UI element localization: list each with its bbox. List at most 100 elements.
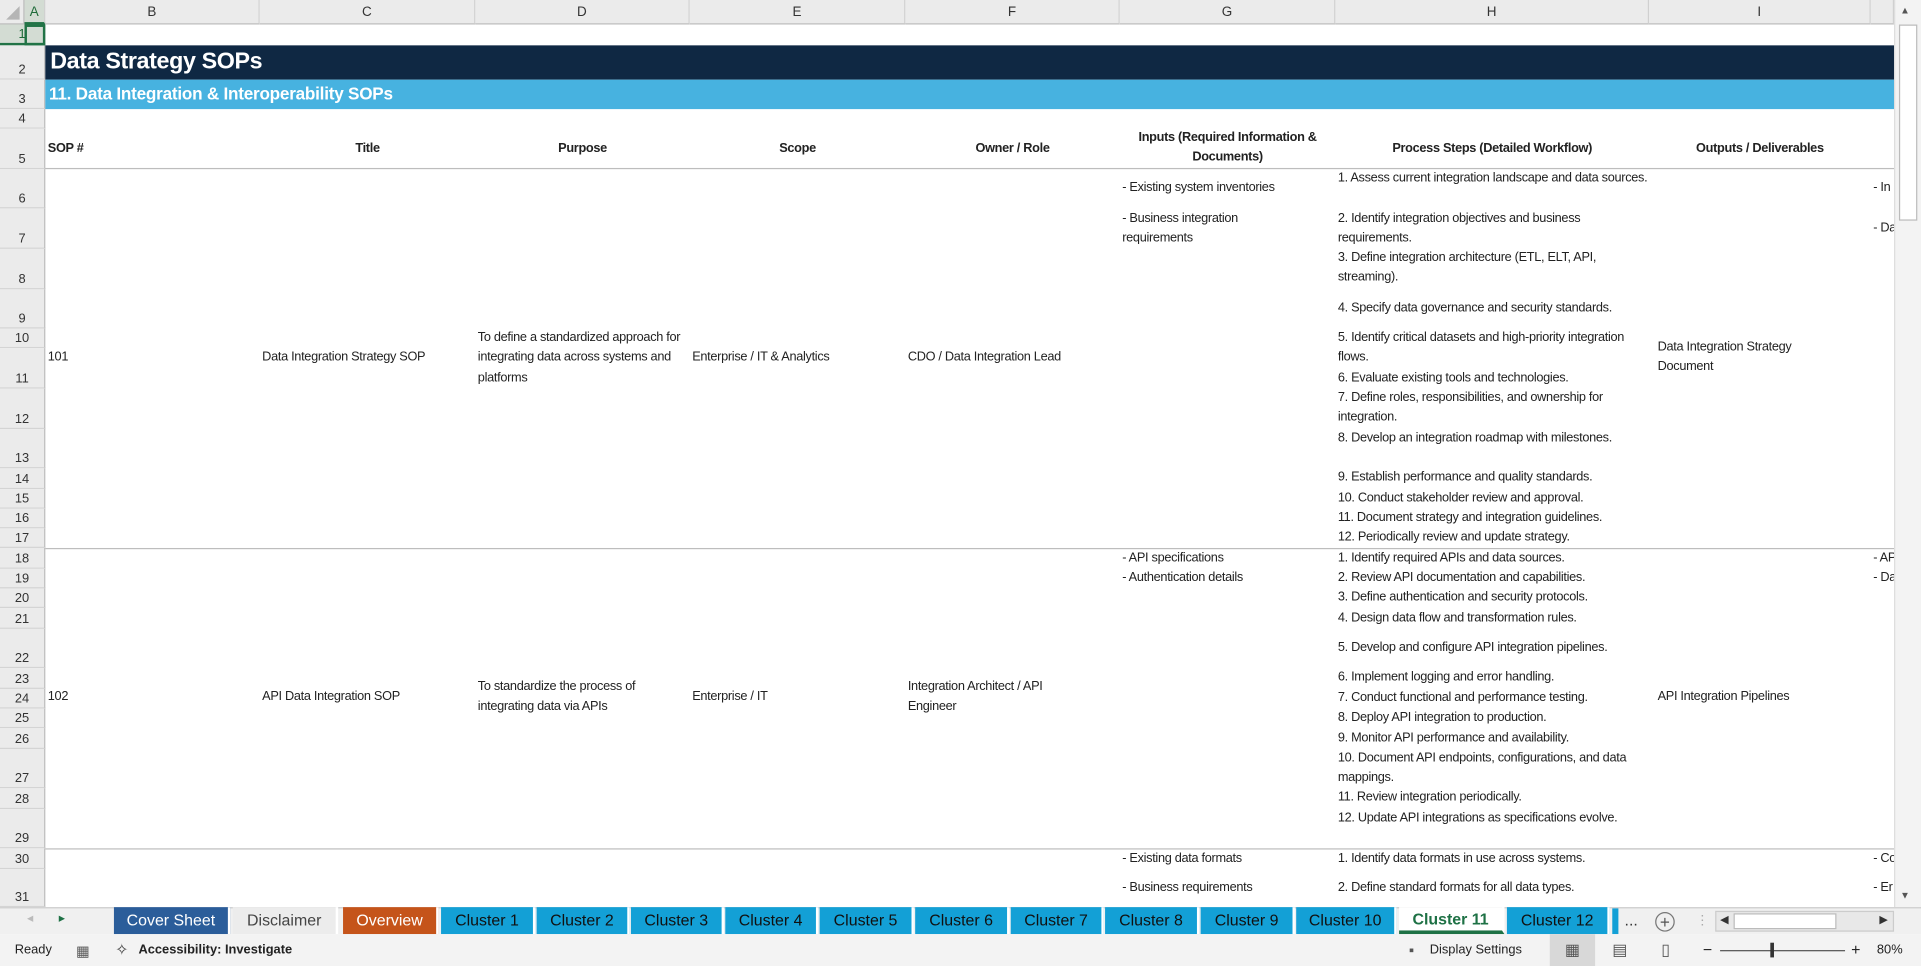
row-header-15[interactable]: 15: [0, 489, 45, 509]
zoom-level[interactable]: 80%: [1877, 934, 1903, 966]
display-settings-icon[interactable]: ▪: [1409, 934, 1414, 966]
display-settings-button[interactable]: Display Settings: [1430, 934, 1522, 966]
sheet-tab-disclaimer[interactable]: Disclaimer: [233, 907, 338, 934]
row-header-20[interactable]: 20: [0, 588, 45, 608]
sheet-tab-cluster-1[interactable]: Cluster 1: [441, 907, 535, 934]
sheet-tab-cluster-6[interactable]: Cluster 6: [915, 907, 1009, 934]
sop-title: Data Integration Strategy SOP: [262, 348, 470, 368]
vertical-scrollbar[interactable]: ▲ ▼: [1894, 0, 1921, 907]
process-step: 10. Conduct stakeholder review and appro…: [1338, 489, 1649, 509]
process-step: 7. Define roles, responsibilities, and o…: [1338, 389, 1649, 429]
scroll-left-icon[interactable]: ◀: [1720, 913, 1728, 926]
row-header-8[interactable]: 8: [0, 249, 45, 289]
row-header-29[interactable]: 29: [0, 809, 45, 848]
row-header-17[interactable]: 17: [0, 528, 45, 548]
column-header-d[interactable]: D: [475, 0, 689, 25]
row-header-7[interactable]: 7: [0, 208, 45, 248]
row-header-10[interactable]: 10: [0, 329, 45, 349]
row-header-3[interactable]: 3: [0, 80, 45, 109]
next-column-text: - Da: [1873, 569, 1894, 589]
add-sheet-icon[interactable]: +: [1655, 912, 1675, 932]
tab-scroll-right-icon[interactable]: ▸: [59, 912, 65, 925]
scroll-right-icon[interactable]: ▶: [1879, 913, 1887, 926]
sheet-tab-cluster-4[interactable]: Cluster 4: [725, 907, 818, 934]
row-header-11[interactable]: 11: [0, 348, 45, 388]
sheet-tab-cluster-8[interactable]: Cluster 8: [1105, 907, 1199, 934]
row-header-16[interactable]: 16: [0, 509, 45, 529]
scrollbar-thumb[interactable]: [1899, 25, 1917, 221]
process-step: 10. Document API endpoints, configuratio…: [1338, 749, 1649, 789]
column-header-a[interactable]: A: [25, 0, 46, 25]
row-header-27[interactable]: 27: [0, 749, 45, 788]
row-header-26[interactable]: 26: [0, 728, 45, 749]
row-header-2[interactable]: 2: [0, 45, 45, 79]
sop-input: - Business integration requirements: [1122, 210, 1306, 250]
sheet-tab-cluster-12[interactable]: Cluster 12: [1507, 907, 1610, 934]
scroll-down-icon[interactable]: ▼: [1900, 890, 1910, 901]
row-header-12[interactable]: 12: [0, 389, 45, 429]
column-header-e[interactable]: E: [690, 0, 906, 25]
row-header-5[interactable]: 5: [0, 129, 45, 169]
column-header-f[interactable]: F: [905, 0, 1119, 25]
active-cell-a1[interactable]: [25, 25, 46, 46]
next-column-text: - Da: [1873, 219, 1894, 239]
normal-view-icon[interactable]: ▦: [1550, 934, 1595, 966]
process-step: 9. Establish performance and quality sta…: [1338, 468, 1649, 488]
page-break-view-icon[interactable]: ▯: [1661, 934, 1670, 966]
header-owner: Owner / Role: [905, 140, 1119, 160]
column-header-h[interactable]: H: [1335, 0, 1649, 25]
column-header-c[interactable]: C: [260, 0, 476, 25]
column-header-g[interactable]: G: [1120, 0, 1336, 25]
sop-number: 102: [48, 688, 68, 708]
row-header-25[interactable]: 25: [0, 709, 45, 729]
row-header-6[interactable]: 6: [0, 169, 45, 208]
sheet-tab-cluster-5[interactable]: Cluster 5: [820, 907, 914, 934]
row-header-28[interactable]: 28: [0, 788, 45, 809]
row-header-24[interactable]: 24: [0, 689, 45, 709]
zoom-slider[interactable]: [1720, 950, 1845, 951]
process-step: 12. Update API integrations as specifica…: [1338, 809, 1649, 829]
excel-window: ABCDEFGHI 123456789101112131415161718192…: [0, 0, 1921, 966]
sop-scope: Enterprise / IT & Analytics: [692, 348, 900, 368]
header-purpose: Purpose: [475, 140, 689, 160]
scroll-up-icon[interactable]: ▲: [1900, 5, 1910, 16]
sheet-tab-cluster-9[interactable]: Cluster 9: [1201, 907, 1295, 934]
sheet-tab-cluster-7[interactable]: Cluster 7: [1011, 907, 1104, 934]
row-header-23[interactable]: 23: [0, 668, 45, 689]
row-header-31[interactable]: 31: [0, 869, 45, 907]
sheet-tab-cover-sheet[interactable]: Cover Sheet: [114, 907, 230, 934]
zoom-slider-thumb[interactable]: [1770, 943, 1774, 958]
h-scrollbar-thumb[interactable]: [1734, 913, 1837, 929]
row-header-30[interactable]: 30: [0, 848, 45, 869]
row-header-13[interactable]: 13: [0, 429, 45, 468]
row-header-22[interactable]: 22: [0, 629, 45, 668]
sheet-tab-cluster-3[interactable]: Cluster 3: [631, 907, 724, 934]
column-header-i[interactable]: I: [1649, 0, 1871, 25]
process-step: 12. Periodically review and update strat…: [1338, 528, 1649, 548]
macro-record-icon[interactable]: ▦: [76, 935, 90, 966]
sheet-tab-cluster-11[interactable]: Cluster 11: [1399, 907, 1504, 934]
column-header-b[interactable]: B: [45, 0, 259, 25]
more-tabs-button[interactable]: ...: [1625, 911, 1638, 929]
zoom-out-button[interactable]: −: [1703, 934, 1712, 966]
row-header-21[interactable]: 21: [0, 608, 45, 629]
sheet-tab-overview[interactable]: Overview: [343, 907, 439, 934]
row-header-9[interactable]: 9: [0, 289, 45, 328]
accessibility-icon[interactable]: ✧: [115, 934, 128, 966]
zoom-in-button[interactable]: +: [1851, 934, 1860, 966]
page-layout-view-icon[interactable]: ▤: [1612, 934, 1627, 966]
select-all-button[interactable]: [0, 0, 25, 25]
next-column-text: - In: [1873, 179, 1894, 199]
accessibility-status[interactable]: Accessibility: Investigate: [138, 934, 292, 966]
column-header-partial[interactable]: [1871, 0, 1894, 25]
row-header-14[interactable]: 14: [0, 468, 45, 489]
row-header-18[interactable]: 18: [0, 548, 45, 569]
sheet-tab-cluster-10[interactable]: Cluster 10: [1296, 907, 1396, 934]
row-header-4[interactable]: 4: [0, 109, 45, 129]
row-header-19[interactable]: 19: [0, 569, 45, 589]
tab-scroll-left-icon[interactable]: ◂: [27, 912, 33, 925]
process-step: 5. Identify critical datasets and high-p…: [1338, 329, 1649, 369]
splitter-handle[interactable]: ⋮: [1696, 912, 1709, 928]
horizontal-scrollbar[interactable]: ◀ ▶: [1715, 911, 1894, 932]
sheet-tab-cluster-2[interactable]: Cluster 2: [537, 907, 630, 934]
